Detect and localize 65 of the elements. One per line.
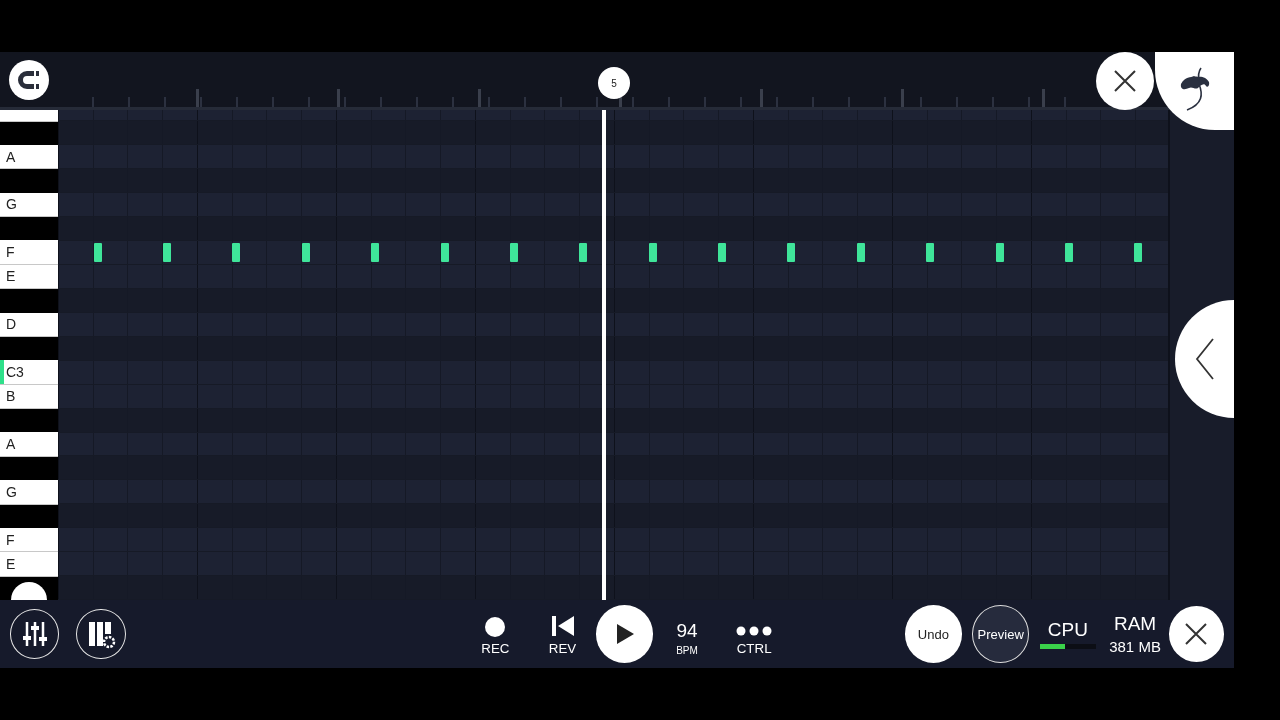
note-name: F bbox=[6, 244, 15, 261]
preview-button[interactable]: Preview bbox=[972, 605, 1030, 663]
piano-key[interactable] bbox=[0, 121, 58, 145]
piano-key[interactable]: G bbox=[0, 480, 58, 505]
note-name: D bbox=[6, 316, 17, 333]
play-button[interactable] bbox=[596, 605, 654, 663]
piano-key[interactable]: E bbox=[0, 552, 58, 577]
chevron-left-icon bbox=[1194, 337, 1215, 381]
note-name: E bbox=[6, 268, 16, 285]
playhead[interactable] bbox=[601, 110, 606, 600]
more-icon bbox=[736, 625, 773, 637]
record-icon bbox=[485, 617, 506, 637]
note-name: C3 bbox=[6, 363, 24, 380]
note[interactable] bbox=[856, 243, 865, 262]
piano-key[interactable] bbox=[0, 504, 58, 528]
note-name: G bbox=[6, 483, 17, 500]
record-button[interactable]: REC bbox=[461, 606, 529, 662]
note-name: A bbox=[6, 148, 16, 165]
piano-key[interactable]: A bbox=[0, 144, 58, 170]
piano-key[interactable]: G bbox=[0, 192, 58, 217]
piano-key[interactable] bbox=[0, 456, 58, 481]
bar-marker[interactable]: 5 bbox=[598, 67, 630, 99]
note[interactable] bbox=[648, 243, 657, 262]
piano-key[interactable]: B bbox=[0, 384, 58, 409]
skip-back-icon bbox=[550, 615, 575, 637]
note-name: G bbox=[6, 196, 17, 213]
close-icon bbox=[1113, 69, 1137, 93]
piano-key[interactable] bbox=[0, 217, 58, 241]
note[interactable] bbox=[787, 243, 796, 262]
piano-key[interactable]: F bbox=[0, 240, 58, 265]
note[interactable] bbox=[579, 243, 588, 262]
magnet-button[interactable] bbox=[9, 59, 49, 100]
note[interactable] bbox=[1134, 243, 1143, 262]
piano-key[interactable]: F bbox=[0, 527, 58, 553]
note[interactable] bbox=[440, 243, 449, 262]
note[interactable] bbox=[301, 243, 310, 262]
control-button[interactable]: CTRL bbox=[720, 606, 788, 662]
close-icon bbox=[1184, 622, 1209, 646]
piano-key[interactable] bbox=[0, 336, 58, 361]
mixer-button[interactable] bbox=[10, 609, 60, 659]
piano-key[interactable]: E bbox=[0, 264, 58, 290]
note[interactable] bbox=[718, 243, 727, 262]
note-name: E bbox=[6, 555, 16, 572]
tempo-button[interactable]: 94 BPM bbox=[653, 606, 721, 662]
undo-button[interactable]: Undo bbox=[904, 605, 962, 663]
note[interactable] bbox=[371, 243, 380, 262]
ram-label: RAM bbox=[1113, 613, 1157, 635]
note-name: A bbox=[6, 436, 16, 453]
note[interactable] bbox=[232, 243, 241, 262]
note[interactable] bbox=[995, 243, 1004, 262]
note[interactable] bbox=[926, 243, 935, 262]
piano-key[interactable]: D bbox=[0, 312, 58, 337]
note-name: B bbox=[6, 388, 16, 405]
note[interactable] bbox=[509, 243, 518, 262]
play-icon bbox=[614, 623, 635, 645]
note[interactable] bbox=[93, 243, 102, 262]
piano-key[interactable]: A bbox=[0, 432, 58, 457]
cpu-label: CPU bbox=[1047, 619, 1088, 641]
ram-value: 381 MB bbox=[1109, 638, 1161, 655]
note-name: F bbox=[6, 531, 15, 548]
rewind-button[interactable]: REV bbox=[528, 606, 597, 662]
piano-key[interactable] bbox=[0, 409, 58, 433]
piano-key[interactable]: C3 bbox=[0, 360, 58, 385]
note-row[interactable] bbox=[57, 241, 1169, 265]
close-button[interactable] bbox=[1168, 606, 1224, 662]
